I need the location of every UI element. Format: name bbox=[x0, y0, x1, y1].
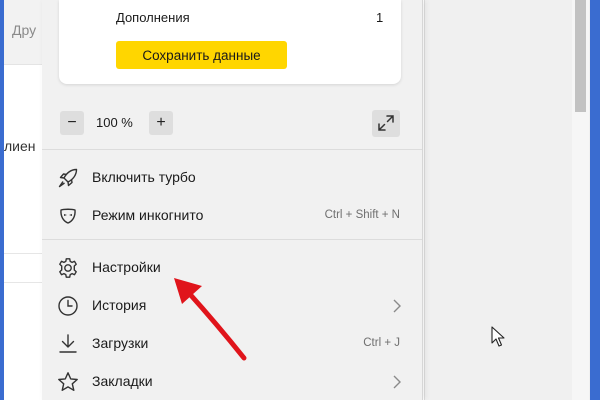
zoom-in-button[interactable]: + bbox=[149, 111, 173, 135]
chevron-right-icon bbox=[393, 299, 401, 313]
menu-item-shortcut: Ctrl + J bbox=[363, 337, 400, 349]
rocket-icon bbox=[58, 168, 78, 188]
gear-icon bbox=[59, 258, 77, 278]
menu-item-turbo[interactable]: Включить турбо bbox=[42, 160, 422, 196]
menu-divider bbox=[42, 239, 422, 240]
menu-item-label: Включить турбо bbox=[92, 169, 196, 185]
menu-item-label: Загрузки bbox=[92, 335, 149, 351]
scrollbar-thumb[interactable] bbox=[575, 0, 586, 112]
chevron-right-icon bbox=[393, 375, 401, 389]
background-page-tab-text: Дру bbox=[12, 22, 37, 38]
sync-card: Дополнения 1 Сохранить данные bbox=[59, 0, 401, 84]
incognito-mask-icon bbox=[60, 208, 76, 224]
menu-item-incognito[interactable]: Режим инкогнито Ctrl + Shift + N bbox=[42, 198, 422, 234]
mouse-cursor-icon bbox=[491, 326, 505, 347]
menu-item-label: Закладки bbox=[92, 373, 153, 389]
background-page-header: Дру bbox=[4, 0, 42, 65]
menu-item-label: Режим инкогнито bbox=[92, 207, 204, 223]
fullscreen-button[interactable] bbox=[372, 110, 400, 137]
addons-label[interactable]: Дополнения bbox=[116, 10, 190, 25]
addons-count: 1 bbox=[376, 10, 384, 25]
screenshot-frame-right bbox=[589, 0, 600, 400]
menu-divider bbox=[42, 149, 422, 150]
background-page-divider bbox=[4, 282, 42, 283]
menu-item-shortcut: Ctrl + Shift + N bbox=[324, 209, 400, 221]
star-icon bbox=[58, 372, 78, 391]
menu-item-label: Настройки bbox=[92, 259, 161, 275]
content-area bbox=[424, 0, 590, 400]
save-data-button[interactable]: Сохранить данные bbox=[116, 41, 287, 69]
download-icon bbox=[59, 334, 77, 353]
zoom-level: 100 % bbox=[96, 115, 133, 130]
clock-icon bbox=[58, 296, 78, 316]
expand-icon bbox=[378, 115, 394, 131]
background-page-text: лиен bbox=[4, 138, 36, 154]
background-page-divider bbox=[4, 253, 42, 254]
zoom-out-button[interactable]: − bbox=[60, 111, 84, 135]
annotation-arrow-icon bbox=[174, 278, 247, 361]
menu-item-label: История bbox=[92, 297, 147, 313]
menu-item-bookmarks[interactable]: Закладки bbox=[42, 364, 422, 400]
